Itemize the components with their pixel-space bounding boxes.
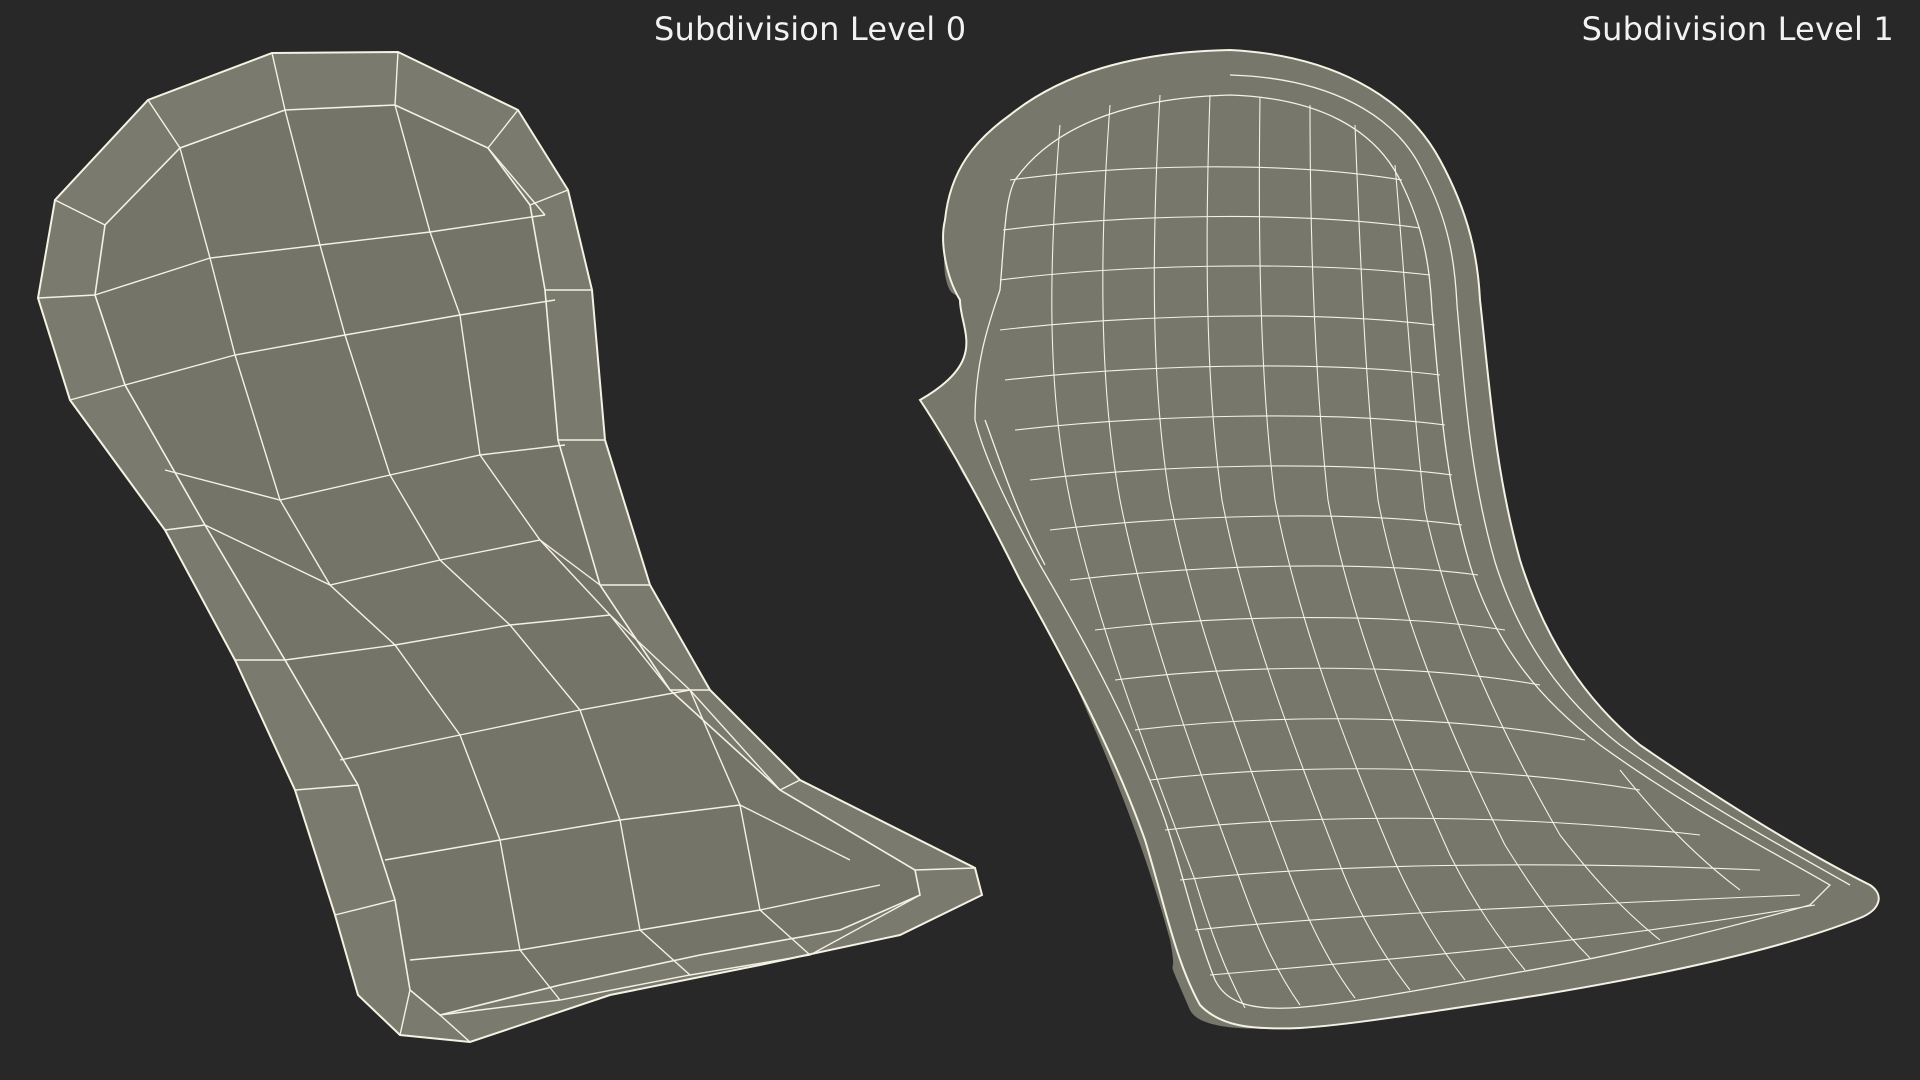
mesh-level-1 bbox=[918, 48, 1880, 1030]
viewport: Subdivision Level 0 Subdivision Level 1 bbox=[0, 0, 1920, 1080]
mesh-level-0 bbox=[36, 50, 984, 1044]
view-label-level-0: Subdivision Level 0 bbox=[654, 10, 967, 48]
mesh-level-1-outline bbox=[918, 48, 1880, 1030]
mesh-render bbox=[36, 48, 1880, 1044]
view-label-level-1: Subdivision Level 1 bbox=[1581, 10, 1894, 48]
